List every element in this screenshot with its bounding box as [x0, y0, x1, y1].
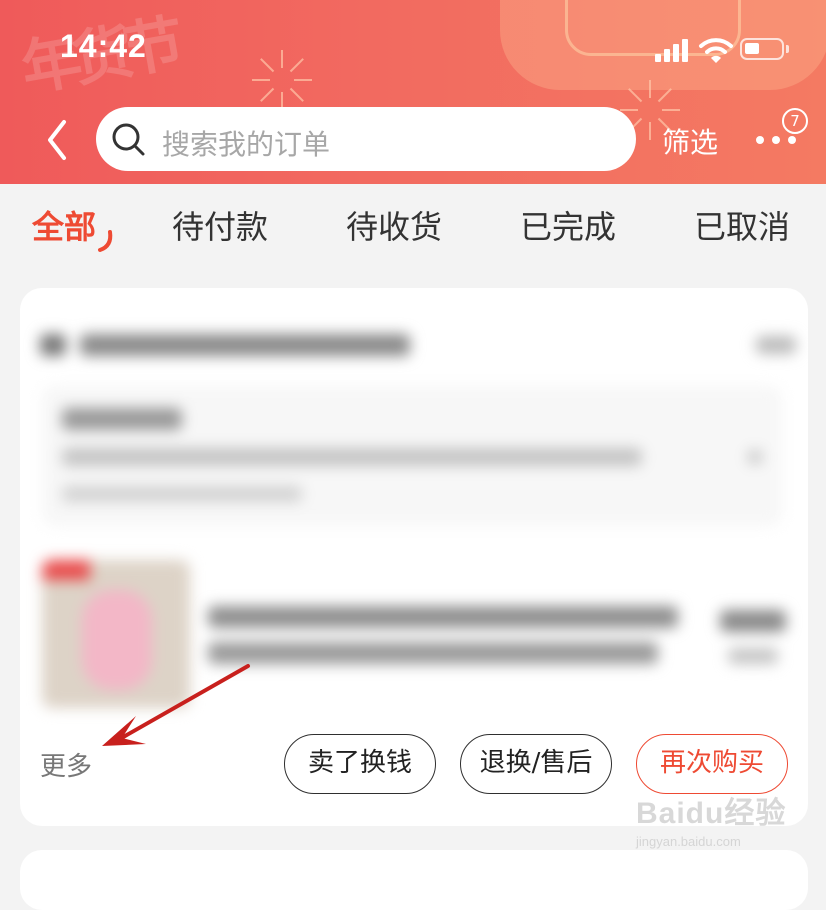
active-tab-indicator — [98, 230, 113, 252]
logistics-info-blurred — [42, 386, 782, 526]
tab-pending-delivery[interactable]: 待收货 — [346, 202, 442, 248]
filter-button[interactable]: 筛选 — [662, 121, 718, 161]
wifi-icon — [699, 38, 733, 63]
product-price-blurred — [720, 604, 790, 664]
app-header: 年货节 14:42 搜索我的订单 筛选 7 — [0, 0, 826, 184]
watermark-text: Baidu经验 — [636, 797, 787, 830]
notification-badge: 7 — [782, 108, 808, 134]
search-input[interactable]: 搜索我的订单 — [96, 107, 636, 171]
status-time: 14:42 — [60, 28, 147, 64]
shop-header-blurred — [40, 328, 800, 358]
resell-button[interactable]: 卖了换钱 — [284, 734, 436, 794]
back-icon[interactable] — [38, 116, 78, 164]
firework-decoration — [252, 50, 312, 110]
tab-cancelled[interactable]: 已取消 — [694, 202, 790, 248]
tab-completed[interactable]: 已完成 — [520, 202, 616, 248]
baidu-watermark: Baidu经验 jingyan.baidu.com — [636, 778, 816, 858]
return-exchange-button[interactable]: 退换/售后 — [460, 734, 612, 794]
tab-all[interactable]: 全部 — [32, 202, 96, 248]
annotation-arrow — [102, 664, 250, 746]
search-icon — [112, 123, 145, 156]
battery-icon — [740, 38, 789, 60]
product-title-blurred — [208, 600, 688, 670]
watermark-url: jingyan.baidu.com — [636, 834, 741, 849]
more-link[interactable]: 更多 — [40, 746, 92, 783]
cellular-signal-icon — [655, 38, 689, 62]
next-order-card[interactable] — [20, 850, 808, 910]
order-tabs: 全部 待付款 待收货 已完成 已取消 — [0, 184, 826, 264]
search-placeholder: 搜索我的订单 — [162, 128, 331, 161]
tab-pending-payment[interactable]: 待付款 — [172, 202, 268, 248]
